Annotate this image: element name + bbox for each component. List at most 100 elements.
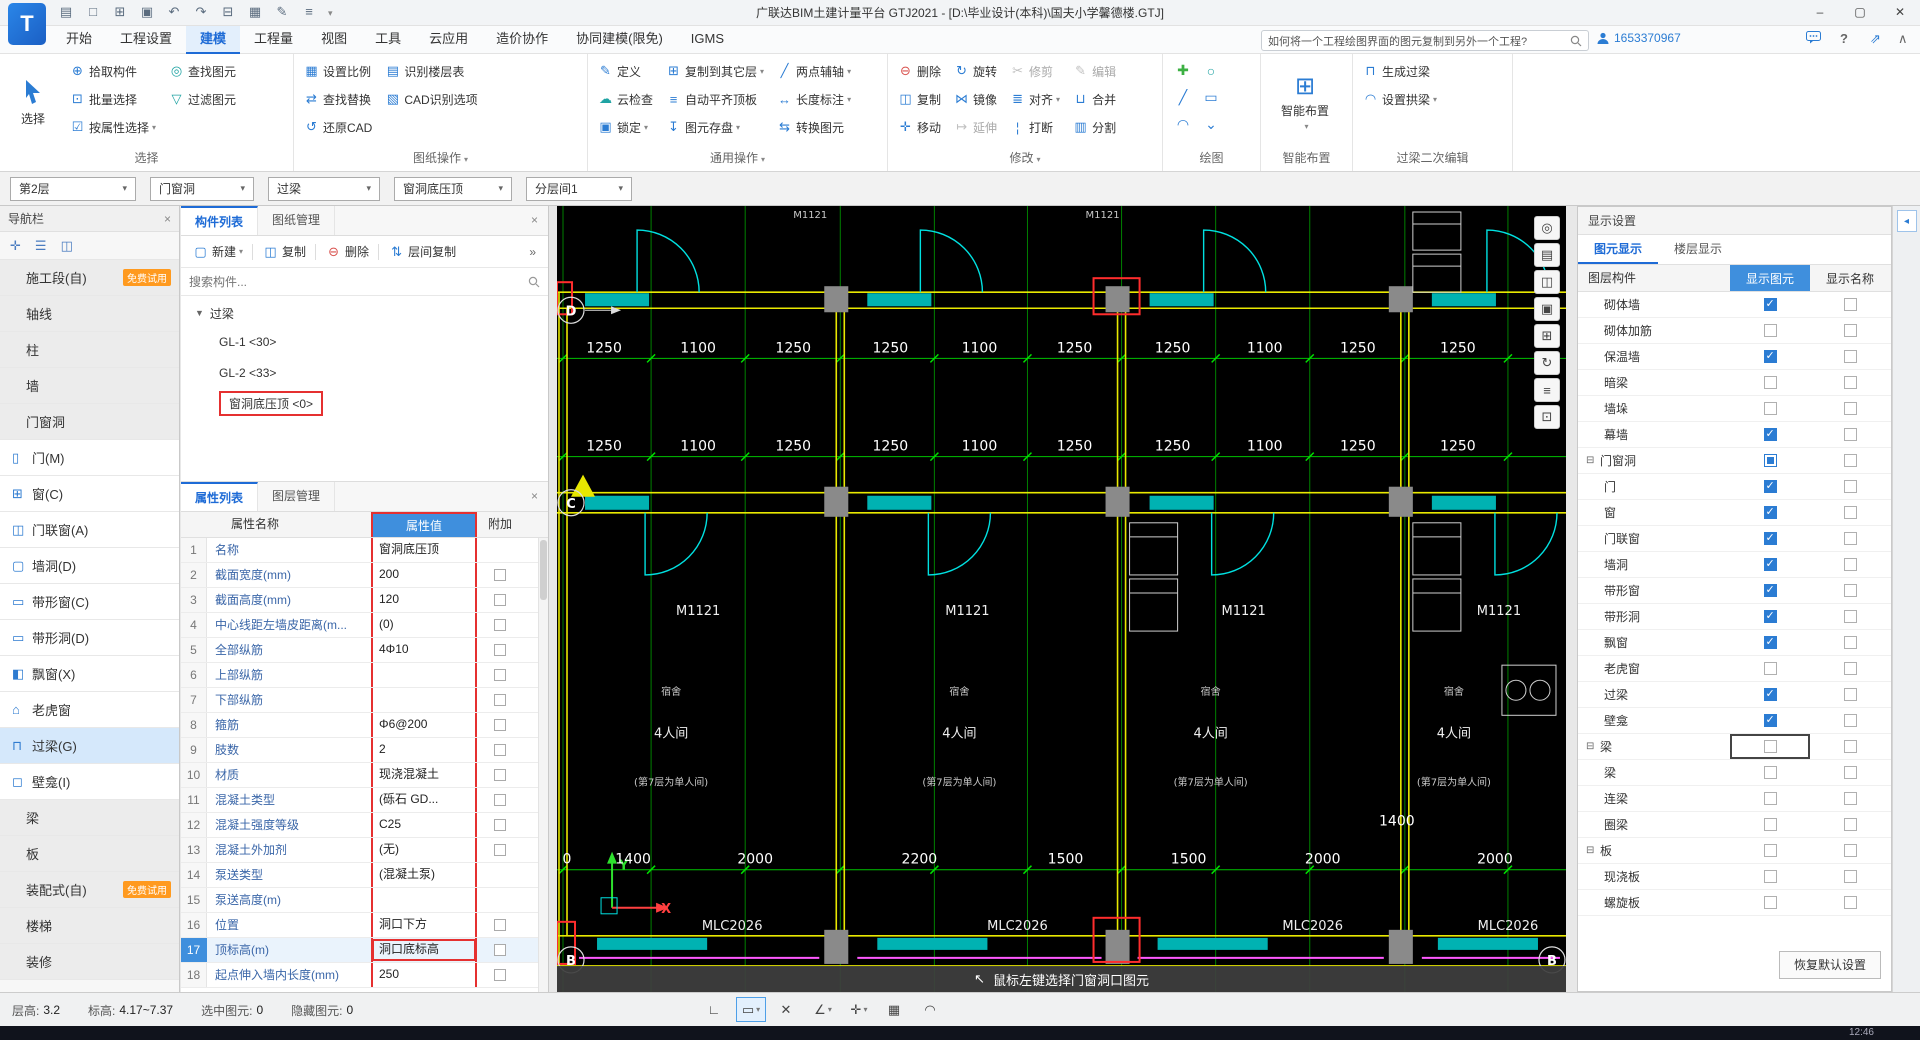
draw-tool-button[interactable]: ✚: [1169, 57, 1197, 84]
show-name-checkbox[interactable]: [1843, 818, 1857, 831]
nav-item[interactable]: ⌂ 老虎窗: [0, 692, 179, 728]
nav-tool-icon[interactable]: ✛: [10, 238, 21, 254]
display-row[interactable]: 暗梁: [1578, 370, 1891, 396]
interfloor-copy-button[interactable]: ⇅ 层间复制: [383, 240, 461, 264]
display-row[interactable]: ⊟ 板: [1578, 838, 1891, 864]
attach-checkbox[interactable]: [494, 644, 506, 656]
show-name-checkbox[interactable]: [1843, 584, 1857, 597]
display-row[interactable]: ⊟ 梁: [1578, 734, 1891, 760]
draw-tool-button[interactable]: ◠: [1169, 111, 1197, 138]
new-component-button[interactable]: ▢ 新建: [187, 240, 248, 264]
display-row[interactable]: 墙洞: [1578, 552, 1891, 578]
nav-item[interactable]: 楼梯: [0, 908, 179, 944]
merge-button[interactable]: ⊔ 合并: [1069, 85, 1119, 113]
draw-tool-button[interactable]: ○: [1197, 57, 1225, 84]
close-icon[interactable]: ×: [521, 482, 548, 511]
show-element-checkbox[interactable]: [1763, 427, 1777, 441]
display-row[interactable]: 幕墙: [1578, 422, 1891, 448]
layer-select[interactable]: 分层间1 ▾: [526, 176, 632, 201]
nav-item[interactable]: 装配式(自) 免费试用: [0, 872, 179, 908]
nav-item[interactable]: ⊞ 窗(C): [0, 476, 179, 512]
show-element-checkbox[interactable]: [1763, 662, 1777, 675]
quick-access-icon[interactable]: ↷: [193, 4, 209, 22]
property-row[interactable]: 14 泵送类型 (混凝土泵): [181, 863, 548, 888]
property-row[interactable]: 4 中心线距左墙皮距离(m... (0): [181, 613, 548, 638]
view-tool-button[interactable]: ≡: [1534, 378, 1560, 402]
nav-tool-icon[interactable]: ◫: [61, 238, 73, 254]
copy-to-other-floor-button[interactable]: ⊞ 复制到其它层: [662, 57, 767, 85]
extend-button[interactable]: ↦ 延伸: [950, 113, 1000, 141]
rotate-button[interactable]: ↻ 旋转: [950, 57, 1000, 85]
show-element-checkbox[interactable]: [1763, 766, 1777, 779]
show-name-checkbox[interactable]: [1843, 324, 1857, 337]
show-element-checkbox[interactable]: [1763, 609, 1777, 623]
show-name-checkbox[interactable]: [1843, 532, 1857, 545]
group-label-common[interactable]: 通用操作: [588, 149, 887, 171]
header-show-element[interactable]: 显示图元: [1730, 265, 1810, 291]
tree-item[interactable]: GL-2 <33>: [181, 357, 548, 388]
quick-access-icon[interactable]: ≡: [301, 4, 317, 22]
show-name-checkbox[interactable]: [1843, 844, 1857, 857]
show-element-checkbox[interactable]: [1763, 713, 1777, 727]
panel-collapse-button[interactable]: ◂: [1896, 210, 1917, 232]
draw-mode-toggle[interactable]: ▦: [880, 997, 910, 1022]
show-element-checkbox[interactable]: [1763, 349, 1777, 363]
drawing-area[interactable]: Y X 1250 1100 1250 1250 1100 1250 1250 1100 1250…: [557, 206, 1566, 992]
attach-checkbox[interactable]: [494, 719, 506, 731]
help-search-input[interactable]: [1268, 34, 1566, 47]
show-name-checkbox[interactable]: [1843, 376, 1857, 389]
display-row[interactable]: 带形窗: [1578, 578, 1891, 604]
collapse-ribbon-icon[interactable]: ∧: [1898, 31, 1908, 47]
feedback-chat-icon[interactable]: [1806, 31, 1821, 47]
ribbon-tab[interactable]: 云应用: [415, 26, 482, 54]
property-row[interactable]: 6 上部纵筋: [181, 663, 548, 688]
generate-lintel-button[interactable]: ⊓ 生成过梁: [1359, 57, 1440, 85]
component-search-input[interactable]: [189, 274, 522, 289]
show-element-checkbox[interactable]: [1763, 557, 1777, 571]
quick-access-icon[interactable]: ▣: [139, 4, 155, 22]
display-row[interactable]: 老虎窗: [1578, 656, 1891, 682]
ribbon-tab[interactable]: 工具: [361, 26, 415, 54]
view-tool-button[interactable]: ↻: [1534, 351, 1560, 375]
tab-floor-display[interactable]: 楼层显示: [1658, 235, 1738, 264]
tree-group-lintel[interactable]: ▼ 过梁: [181, 300, 548, 326]
app-logo-icon[interactable]: T: [8, 3, 46, 45]
nav-item[interactable]: 板: [0, 836, 179, 872]
attach-checkbox[interactable]: [494, 844, 506, 856]
tab-property-list[interactable]: 属性列表: [181, 482, 259, 511]
view-tool-button[interactable]: ◫: [1534, 270, 1560, 294]
nav-item[interactable]: ▢ 墙洞(D): [0, 548, 179, 584]
ribbon-tab[interactable]: 视图: [307, 26, 361, 54]
tree-collapse-icon[interactable]: ⊟: [1586, 455, 1600, 466]
draw-mode-toggle[interactable]: ∠ ▾: [808, 997, 838, 1022]
show-element-checkbox[interactable]: [1763, 531, 1777, 545]
nav-item[interactable]: 施工段(自) 免费试用: [0, 260, 179, 296]
nav-item[interactable]: 墙: [0, 368, 179, 404]
nav-item[interactable]: 柱: [0, 332, 179, 368]
nav-item[interactable]: 轴线: [0, 296, 179, 332]
lock-button[interactable]: ▣ 锁定: [594, 113, 656, 141]
attach-checkbox[interactable]: [494, 944, 506, 956]
show-element-checkbox[interactable]: [1763, 454, 1777, 467]
draw-mode-toggle[interactable]: ✕: [772, 997, 802, 1022]
copy-button[interactable]: ◫ 复制: [894, 85, 944, 113]
floor-select[interactable]: 第2层 ▾: [10, 176, 136, 201]
cloud-check-button[interactable]: ☁ 云检查: [594, 85, 656, 113]
two-point-axis-button[interactable]: ╱ 两点辅轴: [773, 57, 854, 85]
property-row[interactable]: 7 下部纵筋: [181, 688, 548, 713]
quick-access-icon[interactable]: □: [85, 4, 101, 22]
mirror-button[interactable]: ⋈ 镜像: [950, 85, 1000, 113]
quick-access-icon[interactable]: ▤: [58, 4, 74, 22]
draw-mode-toggle[interactable]: ✛ ▾: [844, 997, 874, 1022]
view-tool-button[interactable]: ▤: [1534, 243, 1560, 267]
show-name-checkbox[interactable]: [1843, 896, 1857, 909]
group-label-modify[interactable]: 修改: [888, 149, 1162, 171]
attach-checkbox[interactable]: [494, 594, 506, 606]
find-element-button[interactable]: ◎ 查找图元: [165, 57, 239, 85]
draw-mode-toggle[interactable]: ∟: [700, 997, 730, 1022]
property-row[interactable]: 10 材质 现浇混凝土: [181, 763, 548, 788]
nav-item[interactable]: ⊓ 过梁(G): [0, 728, 179, 764]
show-element-checkbox[interactable]: [1763, 635, 1777, 649]
view-tool-button[interactable]: ⊡: [1534, 405, 1560, 429]
nav-item[interactable]: 梁: [0, 800, 179, 836]
